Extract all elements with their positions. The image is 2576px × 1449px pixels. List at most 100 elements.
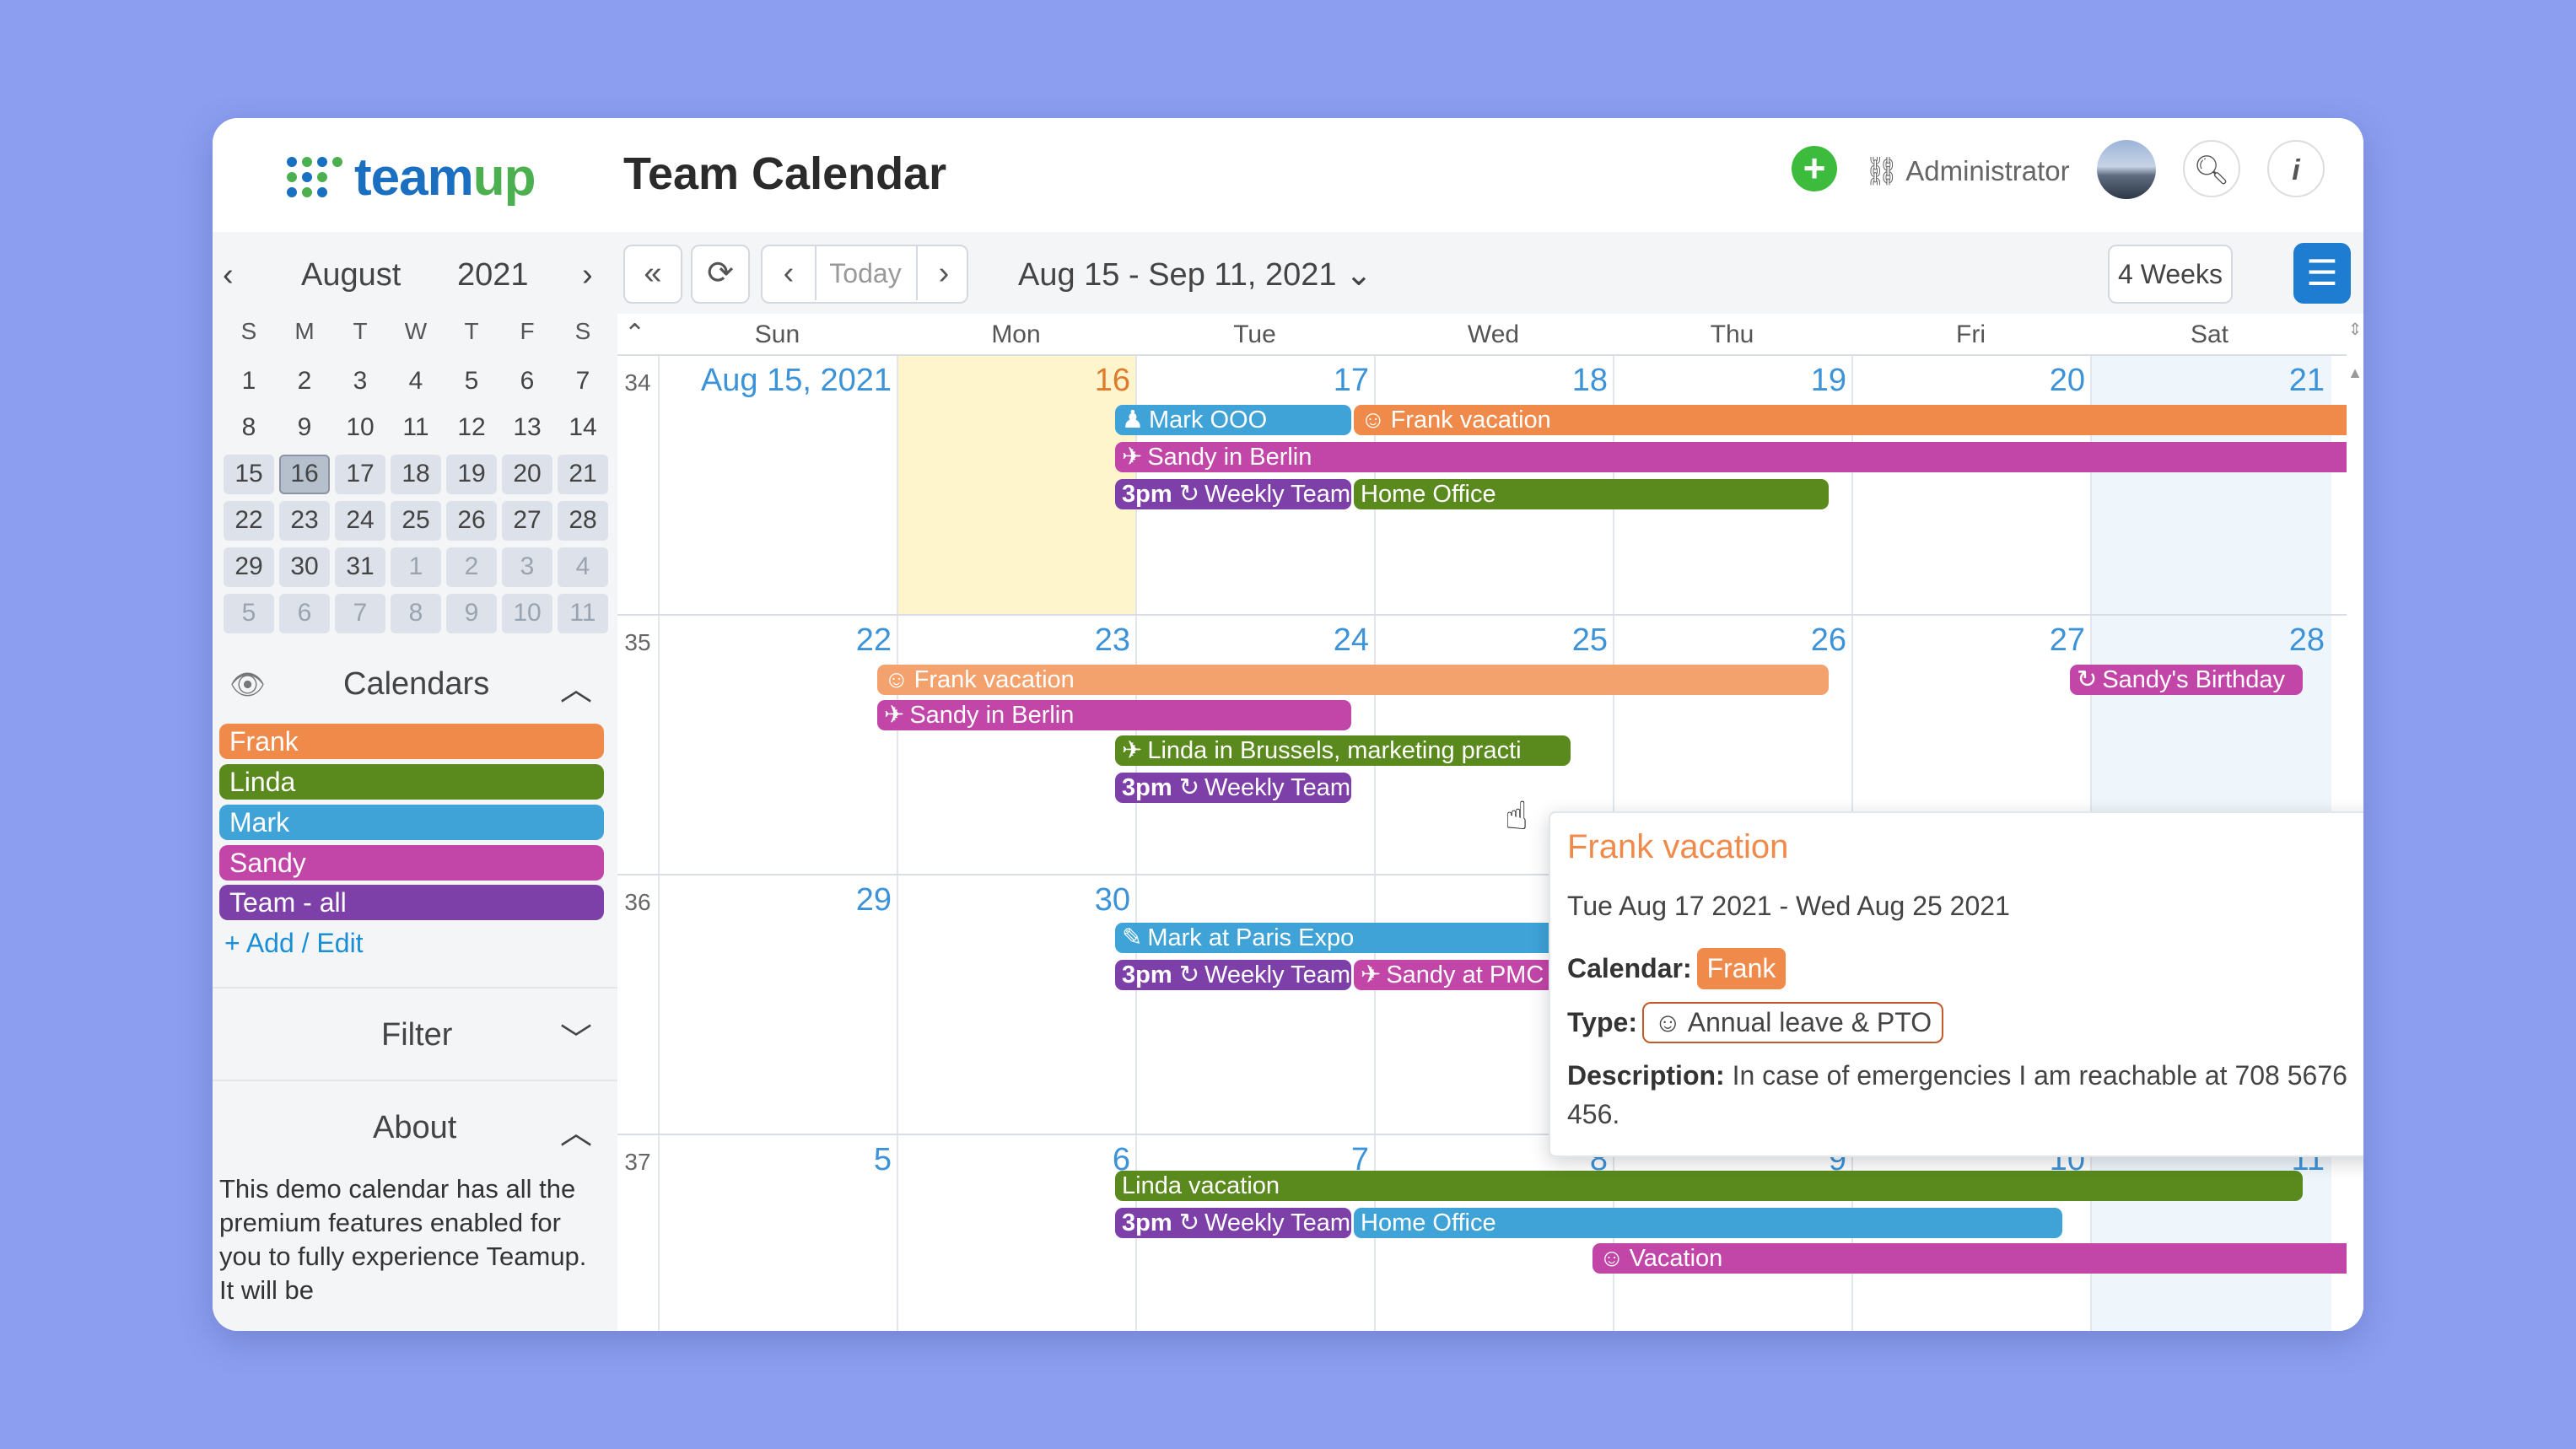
- event-frank-vacation[interactable]: ☺ Frank vacation: [1354, 405, 2363, 435]
- avatar[interactable]: [2097, 140, 2156, 199]
- event-home-office[interactable]: Home Office: [1354, 1208, 2062, 1238]
- jump-back-button[interactable]: «: [623, 245, 682, 304]
- prev-period-button[interactable]: ‹: [763, 246, 816, 300]
- mini-day[interactable]: 6: [279, 594, 330, 633]
- add-edit-link[interactable]: + Add / Edit: [224, 928, 364, 959]
- day-cell[interactable]: 22: [658, 616, 898, 874]
- add-event-button[interactable]: +: [1792, 146, 1837, 191]
- mini-day[interactable]: 24: [335, 501, 385, 541]
- eye-icon[interactable]: 👁︎: [229, 668, 266, 702]
- mini-day[interactable]: 19: [446, 455, 497, 494]
- day-cell[interactable]: 11: [2090, 1135, 2331, 1331]
- mini-day[interactable]: 31: [335, 547, 385, 587]
- day-cell[interactable]: 21: [2090, 356, 2331, 614]
- mini-day[interactable]: 5: [224, 594, 274, 633]
- mini-day[interactable]: 4: [558, 547, 608, 587]
- next-period-button[interactable]: ›: [916, 246, 970, 300]
- event-mark-ooo[interactable]: ♟ Mark OOO: [1115, 405, 1351, 435]
- mini-day[interactable]: 9: [446, 594, 497, 633]
- scroll-up-icon[interactable]: ▲: [2347, 364, 2363, 382]
- event-home-office[interactable]: Home Office: [1354, 479, 1829, 509]
- event-linda-brussels[interactable]: ✈ Linda in Brussels, marketing practi: [1115, 735, 1571, 766]
- mini-day[interactable]: 23: [279, 501, 330, 541]
- day-cell[interactable]: Aug 15, 2021: [658, 356, 898, 614]
- mini-day-selected[interactable]: 16: [279, 455, 330, 494]
- mini-day[interactable]: 28: [558, 501, 608, 541]
- mini-day[interactable]: 22: [224, 501, 274, 541]
- day-cell-today[interactable]: 16: [897, 356, 1137, 614]
- day-cell[interactable]: 5: [658, 1135, 898, 1331]
- mini-day[interactable]: 12: [446, 408, 497, 448]
- day-cell[interactable]: [1135, 875, 1376, 1134]
- mini-day[interactable]: 7: [558, 362, 608, 401]
- mini-day[interactable]: 29: [224, 547, 274, 587]
- event-frank-vacation[interactable]: ☺ Frank vacation: [877, 665, 1829, 695]
- mini-day[interactable]: 17: [335, 455, 385, 494]
- event-weekly-team[interactable]: 3pm ↻ Weekly Team: [1115, 479, 1351, 509]
- mini-day[interactable]: 2: [279, 362, 330, 401]
- event-linda-vacation[interactable]: Linda vacation: [1115, 1171, 2303, 1201]
- calendar-item-mark[interactable]: Mark: [219, 805, 604, 840]
- event-sandy-birthday[interactable]: ↻ Sandy's Birthday: [2070, 665, 2303, 695]
- day-cell[interactable]: 30: [897, 875, 1137, 1134]
- calendar-item-sandy[interactable]: Sandy: [219, 845, 604, 881]
- mini-day[interactable]: 11: [391, 408, 441, 448]
- date-range-selector[interactable]: Aug 15 - Sep 11, 2021 ⌄: [1018, 256, 1372, 294]
- event-weekly-team[interactable]: 3pm ↻ Weekly Team: [1115, 773, 1351, 803]
- refresh-button[interactable]: ⟳: [691, 245, 750, 304]
- search-button[interactable]: 🔍︎: [2183, 140, 2240, 197]
- mini-next-month-button[interactable]: ›: [582, 257, 593, 294]
- mini-day[interactable]: 15: [224, 455, 274, 494]
- mini-day[interactable]: 10: [335, 408, 385, 448]
- event-sandy-berlin[interactable]: ✈ Sandy in Berlin: [1115, 442, 2363, 472]
- mini-day[interactable]: 5: [446, 362, 497, 401]
- mini-day[interactable]: 3: [335, 362, 385, 401]
- mini-day[interactable]: 8: [391, 594, 441, 633]
- popup-title[interactable]: Frank vacation: [1567, 828, 1788, 866]
- calendar-item-frank[interactable]: Frank: [219, 724, 604, 759]
- chevron-up-icon[interactable]: ︿: [560, 1107, 592, 1153]
- mini-day[interactable]: 26: [446, 501, 497, 541]
- mini-day[interactable]: 25: [391, 501, 441, 541]
- mini-day[interactable]: 4: [391, 362, 441, 401]
- day-cell[interactable]: 6: [897, 1135, 1137, 1331]
- day-cell[interactable]: 20: [1851, 356, 2092, 614]
- mini-day[interactable]: 21: [558, 455, 608, 494]
- scroll-arrows-icon[interactable]: ⇕: [2347, 319, 2363, 340]
- mini-day[interactable]: 11: [558, 594, 608, 633]
- mini-day[interactable]: 9: [279, 408, 330, 448]
- mini-day[interactable]: 1: [224, 362, 274, 401]
- chevron-down-icon[interactable]: ﹀: [560, 1014, 592, 1060]
- event-weekly-team[interactable]: 3pm ↻ Weekly Team: [1115, 960, 1351, 990]
- menu-button[interactable]: ☰: [2293, 243, 2351, 304]
- collapse-icon[interactable]: ⌃: [624, 319, 645, 348]
- event-sandy-berlin[interactable]: ✈ Sandy in Berlin: [877, 700, 1351, 730]
- day-cell[interactable]: 29: [658, 875, 898, 1134]
- event-weekly-team[interactable]: 3pm ↻ Weekly Team: [1115, 1208, 1351, 1238]
- mini-day[interactable]: 20: [502, 455, 552, 494]
- calendar-item-linda[interactable]: Linda: [219, 764, 604, 800]
- calendar-item-team-all[interactable]: Team - all: [219, 885, 604, 920]
- mini-day[interactable]: 1: [391, 547, 441, 587]
- teamup-logo[interactable]: teamup: [287, 143, 536, 211]
- mini-day[interactable]: 14: [558, 408, 608, 448]
- admin-link[interactable]: ⛓ Administrator: [1864, 155, 2070, 188]
- mini-day[interactable]: 8: [224, 408, 274, 448]
- mini-day[interactable]: 10: [502, 594, 552, 633]
- event-mark-paris[interactable]: ✎ Mark at Paris Expo: [1115, 923, 1571, 953]
- today-button[interactable]: Today: [815, 246, 916, 300]
- mini-day[interactable]: 6: [502, 362, 552, 401]
- mini-day[interactable]: 3: [502, 547, 552, 587]
- mini-day[interactable]: 30: [279, 547, 330, 587]
- info-button[interactable]: i: [2267, 140, 2325, 197]
- event-vacation[interactable]: ☺ Vacation: [1592, 1243, 2363, 1274]
- mini-day[interactable]: 7: [335, 594, 385, 633]
- chevron-up-icon[interactable]: ︿: [560, 663, 592, 709]
- mini-day[interactable]: 27: [502, 501, 552, 541]
- view-selector[interactable]: 4 Weeks ⌄: [2108, 245, 2233, 345]
- mini-day[interactable]: 2: [446, 547, 497, 587]
- mini-day[interactable]: 18: [391, 455, 441, 494]
- mini-day[interactable]: 13: [502, 408, 552, 448]
- mini-prev-month-button[interactable]: ‹: [223, 257, 234, 294]
- event-sandy-pmc[interactable]: ✈ Sandy at PMC: [1354, 960, 1571, 990]
